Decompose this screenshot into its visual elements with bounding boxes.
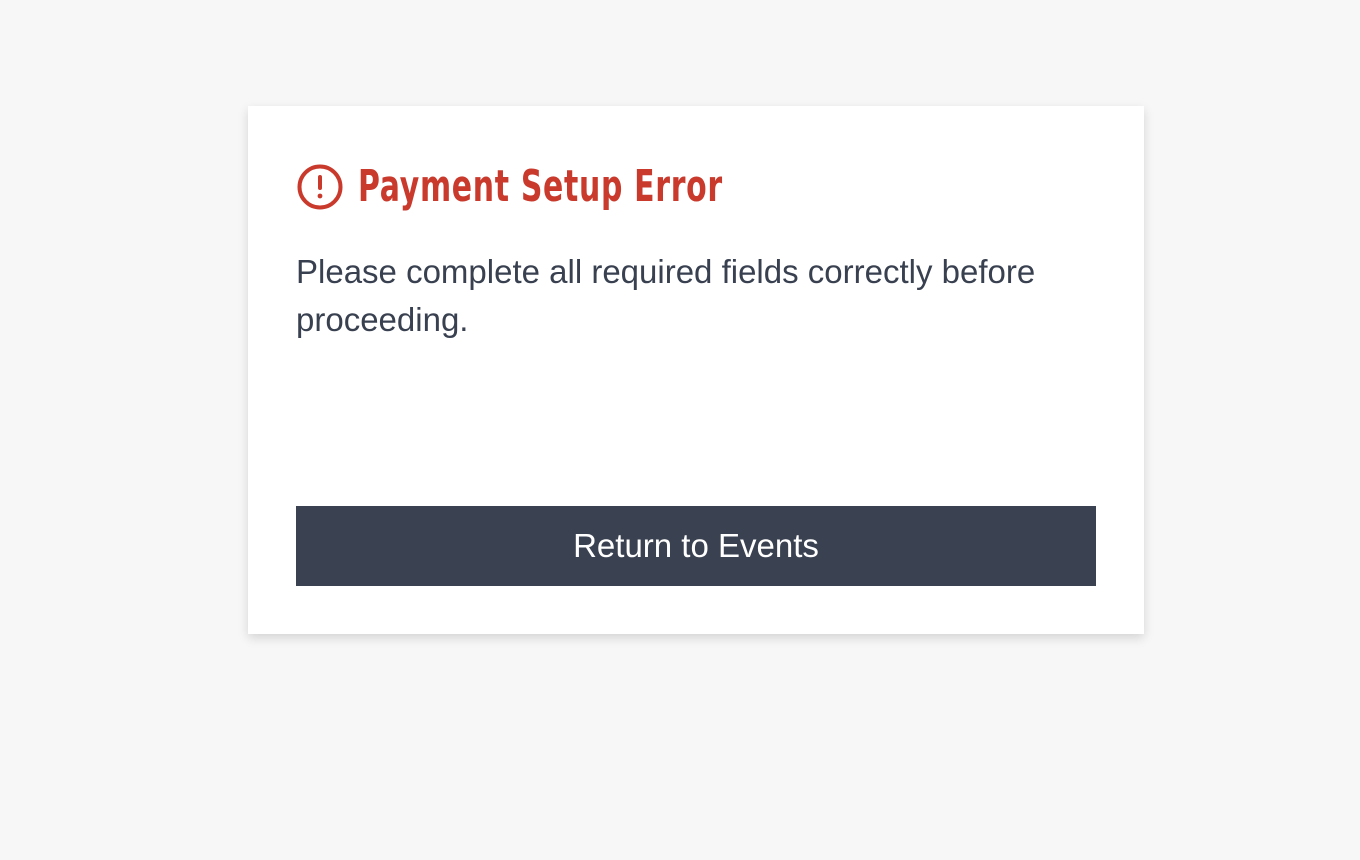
return-to-events-button[interactable]: Return to Events bbox=[296, 506, 1096, 586]
error-header: Payment Setup Error bbox=[296, 162, 895, 212]
error-message: Please complete all required fields corr… bbox=[296, 253, 1036, 338]
error-card: Payment Setup Error Please complete all … bbox=[248, 106, 1144, 634]
error-title: Payment Setup Error bbox=[358, 161, 723, 212]
alert-circle-icon bbox=[296, 163, 344, 211]
